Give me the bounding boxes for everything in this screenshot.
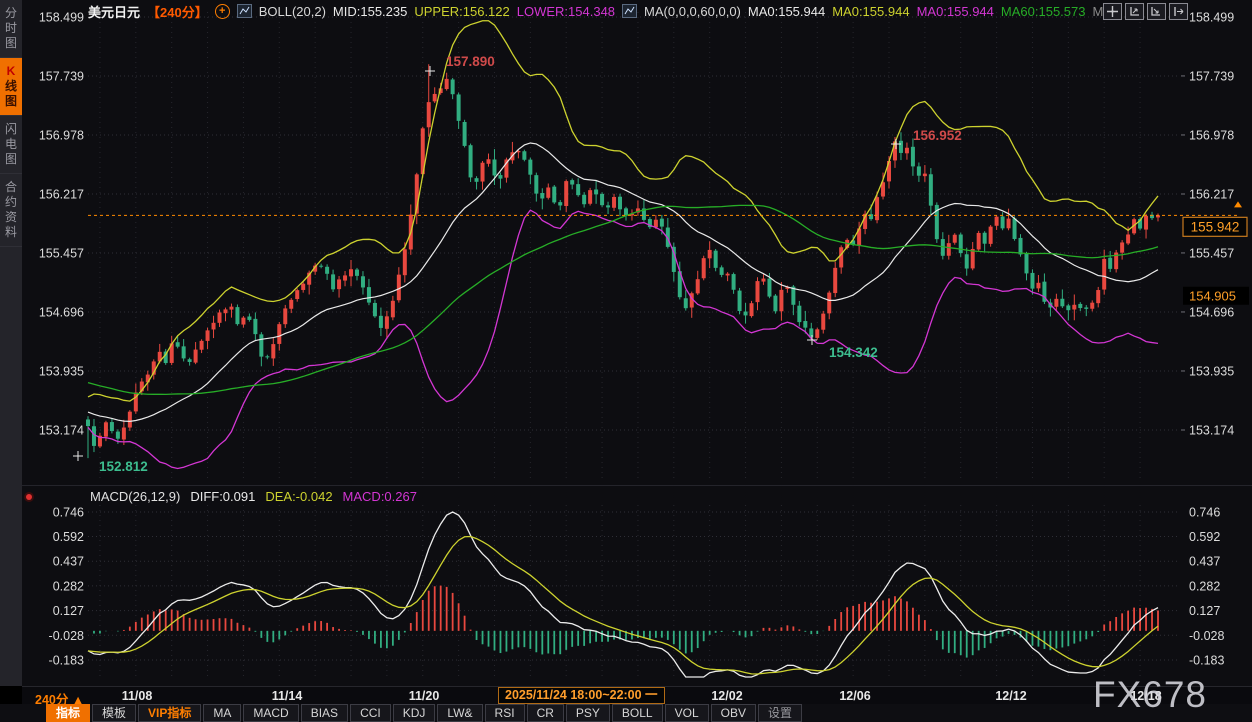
macd-params-label: MACD(26,12,9) — [90, 489, 180, 504]
toolbar-item-MACD[interactable]: MACD — [243, 704, 298, 722]
macd-dea-value: DEA:-0.042 — [265, 489, 332, 504]
svg-text:156.217: 156.217 — [39, 187, 84, 201]
macd-legend: MACD(26,12,9) DIFF:0.091 DEA:-0.042 MACD… — [90, 489, 417, 504]
toolbar-item-OBV[interactable]: OBV — [711, 704, 756, 722]
boll-label: BOLL(20,2) — [259, 4, 326, 19]
ma0-value-3: MA0:155.944 — [917, 4, 994, 19]
toolbar-item-VOL[interactable]: VOL — [665, 704, 709, 722]
ma0-value-1: MA0:155.944 — [748, 4, 825, 19]
macd-diff-value: DIFF:0.091 — [190, 489, 255, 504]
toolbar-item-VIP[interactable]: VIP指标 — [138, 704, 201, 722]
toolbar-item-CR[interactable]: CR — [527, 704, 564, 722]
svg-text:-0.028: -0.028 — [1189, 629, 1224, 643]
svg-text:0.282: 0.282 — [53, 579, 84, 593]
svg-text:155.457: 155.457 — [1189, 246, 1234, 260]
indicator-toolbar: 指标模板VIP指标MAMACDBIASCCIKDJLW&RSICRPSYBOLL… — [0, 704, 1252, 722]
sidebar-item-time-chart[interactable]: 分时图 — [0, 0, 22, 58]
svg-text:157.739: 157.739 — [39, 69, 84, 83]
crosshair-move-icon[interactable] — [1103, 3, 1122, 20]
svg-text:0.437: 0.437 — [1189, 555, 1220, 569]
svg-text:0.592: 0.592 — [1189, 530, 1220, 544]
ma-params-label: MA(0,0,0,60,0,0) — [644, 4, 741, 19]
date-tick-11-20: 11/20 — [402, 689, 446, 703]
right-axis-pane-icon[interactable] — [1147, 3, 1166, 20]
svg-text:154.696: 154.696 — [39, 305, 84, 319]
toolbar-item-LW[interactable]: LW& — [437, 704, 482, 722]
toolbar-item-cn15[interactable]: 设置 — [758, 704, 802, 722]
toolbar-item-cn0[interactable]: 指标 — [46, 704, 90, 722]
toolbar-item-RSI[interactable]: RSI — [485, 704, 525, 722]
svg-text:156.217: 156.217 — [1189, 187, 1234, 201]
svg-text:0.746: 0.746 — [53, 506, 84, 520]
svg-text:0.592: 0.592 — [53, 530, 84, 544]
hover-time-tooltip: 2025/11/24 18:00~22:00 一 — [498, 687, 665, 704]
left-axis-pane-icon[interactable] — [1125, 3, 1144, 20]
ma-chart-icon[interactable] — [622, 4, 637, 18]
time-axis: 240分 ▲ 2025/11/24 18:00~22:00 一 11/0811/… — [22, 686, 1252, 705]
svg-text:-0.028: -0.028 — [49, 629, 84, 643]
svg-text:0.437: 0.437 — [53, 555, 84, 569]
date-tick-12-18: 12/18 — [1124, 689, 1168, 703]
svg-text:0.282: 0.282 — [1189, 579, 1220, 593]
svg-text:153.174: 153.174 — [39, 424, 84, 438]
svg-text:0.127: 0.127 — [1189, 604, 1220, 618]
sidebar-item-kline-chart[interactable]: K线图 — [0, 58, 22, 116]
svg-text:153.935: 153.935 — [1189, 364, 1234, 378]
svg-text:155.942: 155.942 — [1191, 219, 1240, 234]
svg-text:156.952: 156.952 — [913, 128, 962, 143]
kline-chart-canvas[interactable]: 155.942 158.499 158.499 157.739 157.739 156.9… — [0, 0, 1252, 686]
add-indicator-icon[interactable]: + — [215, 4, 230, 19]
expand-right-icon[interactable] — [1169, 3, 1188, 20]
toolbar-item-PSY[interactable]: PSY — [566, 704, 610, 722]
indicator-legend: 美元日元 【240分】 + BOLL(20,2) MID:155.235 UPP… — [88, 3, 1123, 19]
toolbar-item-BOLL[interactable]: BOLL — [612, 704, 663, 722]
svg-text:155.457: 155.457 — [39, 246, 84, 260]
date-tick-12-12: 12/12 — [989, 689, 1033, 703]
toolbar-item-BIAS[interactable]: BIAS — [301, 704, 348, 722]
date-tick-12-02: 12/02 — [705, 689, 749, 703]
svg-text:153.174: 153.174 — [1189, 424, 1234, 438]
svg-text:158.499: 158.499 — [39, 11, 84, 25]
date-tick-12-06: 12/06 — [833, 689, 877, 703]
svg-text:-0.183: -0.183 — [1189, 653, 1224, 667]
date-tick-11-08: 11/08 — [115, 689, 159, 703]
svg-text:154.342: 154.342 — [829, 345, 878, 360]
ma60-value: MA60:155.573 — [1001, 4, 1086, 19]
toolbar-item-KDJ[interactable]: KDJ — [393, 704, 436, 722]
sidebar-item-lightning-chart[interactable]: 闪电图 — [0, 116, 22, 174]
svg-text:157.739: 157.739 — [1189, 69, 1234, 83]
symbol-title: 美元日元 — [88, 2, 140, 21]
toolbar-item-MA[interactable]: MA — [203, 704, 241, 722]
svg-text:152.812: 152.812 — [99, 459, 148, 474]
toolbar-item-CCI[interactable]: CCI — [350, 704, 391, 722]
period-badge[interactable]: 【240分】 — [147, 2, 208, 21]
sidebar-chart-modes: 分时图 K线图 闪电图 合约资料 — [0, 0, 22, 686]
date-tick-11-14: 11/14 — [265, 689, 309, 703]
toolbar-item-cn1[interactable]: 模板 — [92, 704, 136, 722]
chart-toolbar-icons — [1103, 3, 1188, 20]
svg-text:156.978: 156.978 — [1189, 128, 1234, 142]
svg-text:-0.183: -0.183 — [49, 653, 84, 667]
boll-upper-value: UPPER:156.122 — [414, 4, 509, 19]
svg-text:0.127: 0.127 — [53, 604, 84, 618]
chart-app-window: 155.942 158.499 158.499 157.739 157.739 156.9… — [0, 0, 1252, 722]
macd-target-icon[interactable] — [23, 491, 36, 504]
boll-chart-icon[interactable] — [237, 4, 252, 18]
svg-text:157.890: 157.890 — [446, 54, 495, 69]
boll-lower-value: LOWER:154.348 — [517, 4, 615, 19]
macd-macd-value: MACD:0.267 — [343, 489, 417, 504]
svg-text:154.905: 154.905 — [1189, 288, 1236, 303]
sidebar-item-contract-info[interactable]: 合约资料 — [0, 174, 22, 247]
svg-text:156.978: 156.978 — [39, 128, 84, 142]
svg-text:0.746: 0.746 — [1189, 506, 1220, 520]
svg-text:153.935: 153.935 — [39, 364, 84, 378]
svg-text:158.499: 158.499 — [1189, 11, 1234, 25]
ma0-value-2: MA0:155.944 — [832, 4, 909, 19]
svg-text:154.696: 154.696 — [1189, 305, 1234, 319]
boll-mid-value: MID:155.235 — [333, 4, 407, 19]
